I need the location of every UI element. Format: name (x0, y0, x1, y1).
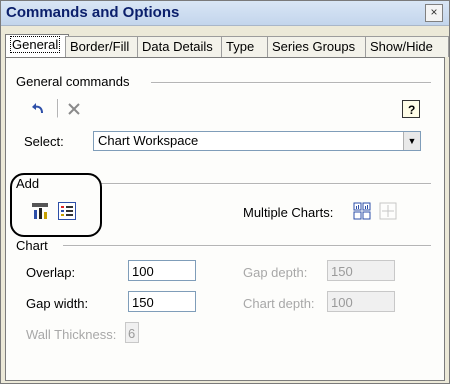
tab-series-groups[interactable]: Series Groups (267, 36, 369, 57)
tab-show-hide[interactable]: Show/Hide (365, 36, 449, 57)
chart-depth-label: Chart depth: (243, 296, 315, 311)
chart-divider (63, 245, 431, 247)
window-title: Commands and Options (6, 4, 180, 21)
general-commands-divider (151, 82, 431, 84)
gap-width-label: Gap width: (26, 296, 89, 311)
add-legend-icon[interactable] (57, 201, 77, 221)
commands-options-window: Commands and Options × General Border/Fi… (0, 0, 450, 384)
tab-data-details[interactable]: Data Details (137, 36, 225, 57)
tab-type[interactable]: Type (221, 36, 271, 57)
general-commands-heading: General commands (16, 74, 130, 89)
multiple-charts-icon[interactable] (353, 202, 371, 220)
wall-thickness-label: Wall Thickness: (26, 327, 117, 342)
add-divider (101, 183, 431, 185)
add-highlight-oval (10, 173, 102, 237)
tab-border-fill[interactable]: Border/Fill (65, 36, 141, 57)
gap-depth-field[interactable]: 150 (327, 260, 395, 281)
single-chart-icon[interactable] (379, 202, 397, 220)
select-dropdown[interactable]: Chart Workspace ▼ (93, 131, 421, 151)
toolbar-separator (57, 99, 59, 118)
gap-depth-label: Gap depth: (243, 265, 308, 280)
multiple-charts-label: Multiple Charts: (243, 205, 334, 220)
gap-width-field[interactable]: 150 (128, 291, 196, 312)
help-icon[interactable]: ? (402, 100, 420, 118)
select-value: Chart Workspace (98, 133, 199, 148)
undo-icon[interactable] (29, 100, 47, 118)
title-bar: Commands and Options × (1, 1, 449, 26)
chart-heading: Chart (16, 238, 48, 253)
delete-icon[interactable] (65, 100, 83, 118)
tab-strip: General Border/Fill Data Details Type Se… (5, 34, 449, 58)
overlap-field[interactable]: 100 (128, 260, 196, 281)
svg-text:?: ? (408, 103, 415, 115)
chevron-down-icon[interactable]: ▼ (403, 132, 420, 150)
chart-depth-field[interactable]: 100 (327, 291, 395, 312)
overlap-label: Overlap: (26, 265, 76, 280)
wall-thickness-field[interactable]: 6 (125, 322, 139, 343)
tab-general[interactable]: General (5, 34, 69, 58)
select-label: Select: (24, 134, 64, 149)
close-button[interactable]: × (425, 4, 443, 22)
add-chart-icon[interactable] (31, 202, 49, 220)
